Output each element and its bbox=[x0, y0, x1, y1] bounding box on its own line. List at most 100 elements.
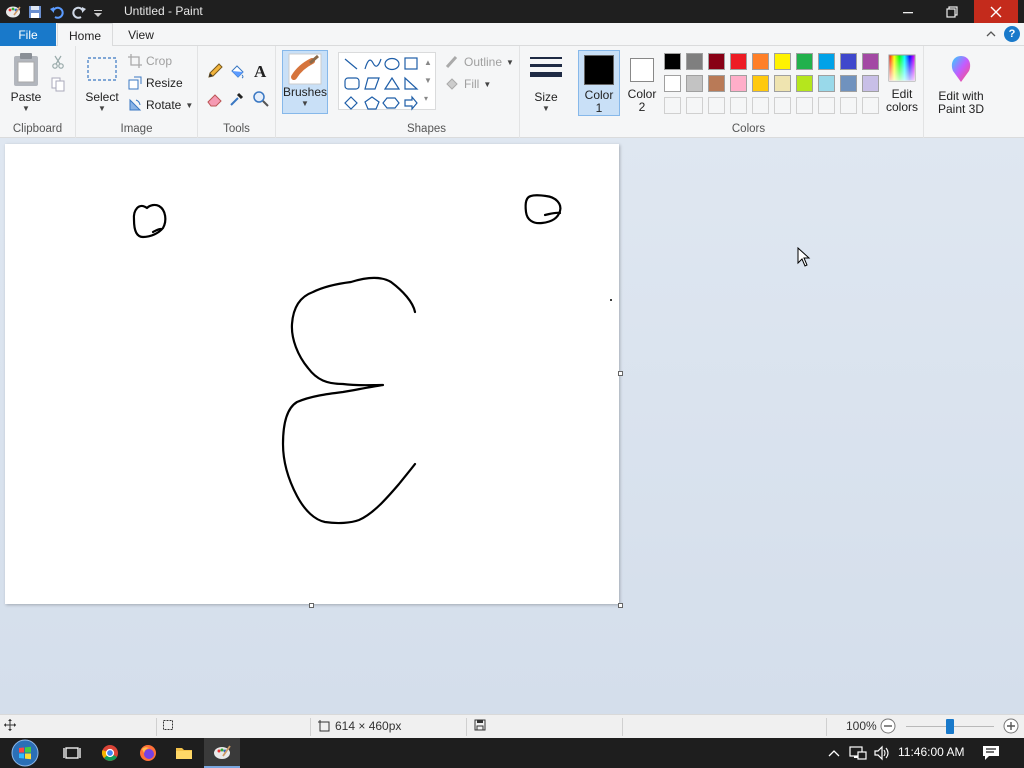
palette-swatch-empty[interactable] bbox=[774, 97, 791, 114]
drawing-canvas[interactable] bbox=[5, 144, 619, 604]
help-icon[interactable]: ? bbox=[1004, 26, 1020, 42]
palette-swatch[interactable] bbox=[862, 75, 879, 92]
palette-swatch-empty[interactable] bbox=[708, 97, 725, 114]
palette-swatch-empty[interactable] bbox=[664, 97, 681, 114]
redo-icon[interactable] bbox=[70, 3, 88, 21]
show-hidden-icons-button[interactable] bbox=[824, 738, 844, 768]
task-view-icon bbox=[63, 747, 81, 759]
chrome-taskbar-button[interactable] bbox=[92, 738, 128, 768]
outline-button[interactable]: Outline ▼ bbox=[444, 54, 514, 70]
colors-group: Color 1 Color 2 Edit colors Colors bbox=[574, 46, 924, 138]
paste-button[interactable]: Paste ▼ bbox=[6, 52, 46, 113]
palette-swatch[interactable] bbox=[686, 75, 703, 92]
palette-swatch-empty[interactable] bbox=[686, 97, 703, 114]
tab-view[interactable]: View bbox=[113, 23, 169, 46]
task-view-button[interactable] bbox=[54, 738, 90, 768]
edit-colors-button[interactable]: Edit colors bbox=[882, 54, 922, 114]
save-icon[interactable] bbox=[26, 3, 44, 21]
fill-tool[interactable] bbox=[228, 62, 246, 80]
rotate-button[interactable]: Rotate ▼ bbox=[128, 98, 193, 112]
action-center-button[interactable] bbox=[976, 738, 1006, 768]
palette-swatch[interactable] bbox=[752, 75, 769, 92]
zoom-out-button[interactable] bbox=[880, 718, 896, 734]
file-explorer-taskbar-button[interactable] bbox=[166, 738, 202, 768]
eraser-tool[interactable] bbox=[206, 90, 224, 108]
chevron-up-icon[interactable] bbox=[984, 27, 998, 41]
customize-toolbar-icon[interactable] bbox=[92, 3, 104, 21]
palette-swatch-empty[interactable] bbox=[730, 97, 747, 114]
shapes-gallery-scroll[interactable]: ▲ ▼ ▾ bbox=[424, 54, 432, 108]
canvas-workspace[interactable] bbox=[0, 138, 1024, 714]
zoom-slider-thumb[interactable] bbox=[946, 719, 954, 734]
palette-swatch-empty[interactable] bbox=[840, 97, 857, 114]
palette-swatch[interactable] bbox=[708, 53, 725, 70]
palette-swatch[interactable] bbox=[686, 53, 703, 70]
resize-handle-bottom[interactable] bbox=[309, 603, 314, 608]
color2-button[interactable]: Color 2 bbox=[622, 50, 662, 116]
chevron-down-icon: ▼ bbox=[22, 104, 30, 113]
palette-swatch[interactable] bbox=[840, 53, 857, 70]
close-button[interactable] bbox=[974, 0, 1018, 23]
copy-button[interactable] bbox=[50, 76, 66, 92]
crop-button[interactable]: Crop bbox=[128, 54, 172, 68]
palette-swatch[interactable] bbox=[774, 75, 791, 92]
palette-swatch[interactable] bbox=[796, 75, 813, 92]
network-tray-button[interactable] bbox=[846, 738, 870, 768]
palette-swatch-empty[interactable] bbox=[862, 97, 879, 114]
resize-handle-right[interactable] bbox=[618, 371, 623, 376]
palette-swatch[interactable] bbox=[664, 75, 681, 92]
palette-swatch[interactable] bbox=[796, 53, 813, 70]
color-picker-tool[interactable] bbox=[228, 90, 246, 108]
minimize-button[interactable] bbox=[886, 0, 930, 23]
edit-with-paint3d-button[interactable]: Edit with Paint 3D bbox=[934, 54, 988, 116]
tools-group-label: Tools bbox=[223, 123, 250, 135]
palette-swatch[interactable] bbox=[664, 53, 681, 70]
palette-swatch[interactable] bbox=[752, 53, 769, 70]
line-size-icon bbox=[530, 57, 562, 77]
scissors-icon bbox=[52, 55, 64, 69]
stroke-upper-curve bbox=[281, 276, 417, 525]
zoom-in-button[interactable] bbox=[1003, 718, 1019, 734]
paint3d-icon bbox=[951, 56, 971, 82]
palette-swatch-empty[interactable] bbox=[752, 97, 769, 114]
palette-swatch[interactable] bbox=[708, 75, 725, 92]
color1-button[interactable]: Color 1 bbox=[578, 50, 620, 116]
palette-swatch[interactable] bbox=[730, 53, 747, 70]
size-button[interactable]: Size ▼ bbox=[526, 54, 566, 113]
zoom-out-icon bbox=[880, 718, 896, 734]
tab-home[interactable]: Home bbox=[57, 23, 113, 47]
resize-button[interactable]: Resize bbox=[128, 76, 183, 90]
select-button[interactable]: Select ▼ bbox=[82, 54, 122, 113]
undo-icon[interactable] bbox=[48, 3, 66, 21]
palette-swatch[interactable] bbox=[840, 75, 857, 92]
maximize-button[interactable] bbox=[930, 0, 974, 23]
palette-swatch-empty[interactable] bbox=[818, 97, 835, 114]
tools-group: A Tools bbox=[198, 46, 276, 138]
start-button[interactable] bbox=[4, 738, 46, 768]
volume-tray-button[interactable] bbox=[870, 738, 894, 768]
pencil-icon bbox=[208, 63, 223, 78]
taskbar-clock[interactable]: 11:46:00 AM bbox=[898, 745, 965, 759]
paint-bucket-icon bbox=[231, 65, 244, 79]
fill-button[interactable]: Fill ▼ bbox=[444, 76, 491, 92]
brushes-button[interactable]: Brushes ▼ bbox=[282, 50, 328, 114]
firefox-icon bbox=[140, 745, 156, 761]
palette-swatch[interactable] bbox=[818, 53, 835, 70]
magnifier-tool[interactable] bbox=[252, 90, 270, 108]
pencil-tool[interactable] bbox=[206, 62, 224, 80]
text-tool[interactable]: A bbox=[252, 62, 270, 80]
palette-swatch[interactable] bbox=[774, 53, 791, 70]
cut-button[interactable] bbox=[50, 54, 66, 70]
resize-handle-corner[interactable] bbox=[618, 603, 623, 608]
palette-swatch[interactable] bbox=[818, 75, 835, 92]
paint-app-icon[interactable] bbox=[4, 3, 22, 21]
palette-swatch[interactable] bbox=[862, 53, 879, 70]
shapes-gallery[interactable] bbox=[338, 52, 436, 111]
paint-taskbar-button[interactable] bbox=[204, 738, 240, 768]
zoom-level: 100% bbox=[846, 719, 877, 733]
color1-swatch bbox=[584, 55, 614, 85]
firefox-taskbar-button[interactable] bbox=[130, 738, 166, 768]
tab-file[interactable]: File bbox=[0, 23, 56, 46]
palette-swatch-empty[interactable] bbox=[796, 97, 813, 114]
palette-swatch[interactable] bbox=[730, 75, 747, 92]
